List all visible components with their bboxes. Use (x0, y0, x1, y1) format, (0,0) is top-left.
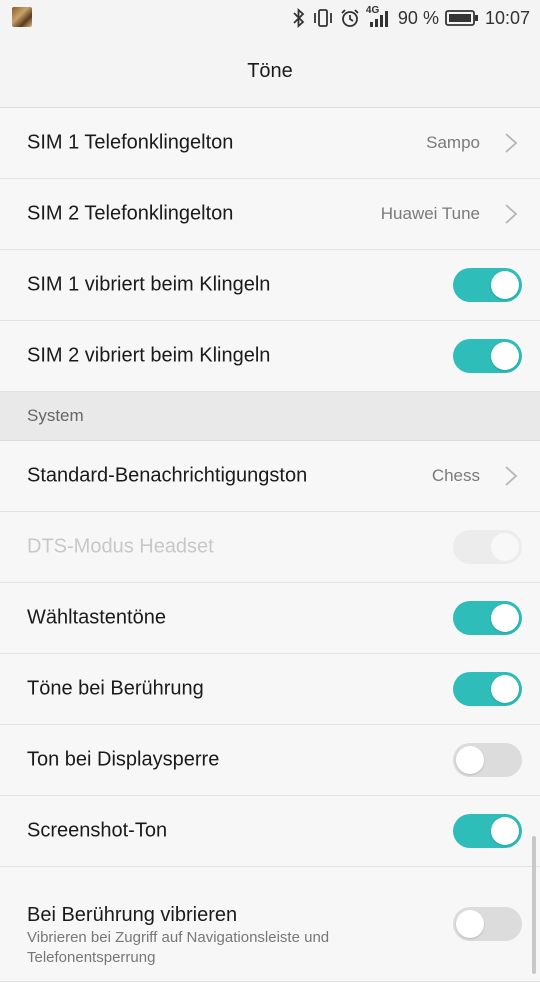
row-label: SIM 2 Telefonklingelton (27, 202, 234, 225)
screen-lock-sound-row: Ton bei Displaysperre (0, 725, 540, 796)
row-label: Töne bei Berührung (27, 677, 204, 700)
row-label: Wähltastentöne (27, 606, 166, 629)
touch-vibrate-toggle[interactable] (453, 907, 522, 941)
chevron-right-icon (505, 133, 518, 153)
status-bar: 4G 90 % 10:07 (0, 0, 540, 36)
chevron-right-icon (505, 466, 518, 486)
sim2-vibrate-toggle[interactable] (453, 339, 522, 373)
row-value: Huawei Tune (380, 204, 480, 223)
row-label: Ton bei Displaysperre (27, 748, 220, 771)
row-sublabel: Vibrieren bei Zugriff auf Navigationslei… (27, 929, 330, 966)
vibrate-icon (312, 8, 334, 28)
sim1-vibrate-row: SIM 1 vibriert beim Klingeln (0, 250, 540, 321)
network-type-label: 4G (365, 5, 380, 16)
row-label: SIM 1 vibriert beim Klingeln (27, 273, 271, 296)
dts-headset-toggle (453, 530, 522, 564)
row-label: DTS-Modus Headset (27, 535, 214, 558)
touch-sounds-toggle[interactable] (453, 672, 522, 706)
toggle-knob (456, 746, 484, 774)
app-notification-icon (12, 7, 32, 27)
signal-icon: 4G (365, 5, 392, 28)
settings-list: SIM 1 Telefonklingelton Sampo SIM 2 Tele… (0, 108, 540, 982)
row-label: Bei Berührung vibrieren (27, 904, 238, 926)
screen-lock-sound-toggle[interactable] (453, 743, 522, 777)
toggle-knob (491, 342, 519, 370)
battery-icon (445, 9, 479, 27)
touch-vibrate-row: Bei Berührung vibrieren Vibrieren bei Zu… (0, 867, 540, 982)
toggle-knob (491, 533, 519, 561)
row-label: Screenshot-Ton (27, 819, 168, 842)
touch-sounds-row: Töne bei Berührung (0, 654, 540, 725)
row-label: SIM 2 vibriert beim Klingeln (27, 344, 271, 367)
dts-headset-row: DTS-Modus Headset (0, 512, 540, 583)
row-label: SIM 1 Telefonklingelton (27, 131, 234, 154)
row-value: Sampo (426, 133, 480, 152)
notification-sound-row[interactable]: Standard-Benachrichtigungston Chess (0, 441, 540, 512)
section-header-system: System (0, 392, 540, 441)
status-icons: 4G 90 % 10:07 (292, 0, 530, 36)
battery-percent: 90 % (397, 7, 439, 28)
sim2-vibrate-row: SIM 2 vibriert beim Klingeln (0, 321, 540, 392)
sim1-vibrate-toggle[interactable] (453, 268, 522, 302)
section-label: System (27, 406, 84, 425)
row-value: Chess (431, 466, 480, 485)
app-bar: Töne (0, 36, 540, 108)
clock: 10:07 (484, 7, 530, 28)
scrollbar[interactable] (532, 836, 536, 974)
alarm-icon (340, 8, 360, 28)
row-label: Standard-Benachrichtigungston (27, 464, 308, 487)
toggle-knob (491, 675, 519, 703)
chevron-right-icon (505, 204, 518, 224)
dialpad-tones-toggle[interactable] (453, 601, 522, 635)
toggle-knob (456, 910, 484, 938)
screenshot-sound-toggle[interactable] (453, 814, 522, 848)
sim1-ringtone-row[interactable]: SIM 1 Telefonklingelton Sampo (0, 108, 540, 179)
dialpad-tones-row: Wähltastentöne (0, 583, 540, 654)
toggle-knob (491, 271, 519, 299)
bluetooth-icon (292, 8, 306, 28)
screenshot-sound-row: Screenshot-Ton (0, 796, 540, 867)
sim2-ringtone-row[interactable]: SIM 2 Telefonklingelton Huawei Tune (0, 179, 540, 250)
page-title: Töne (247, 60, 293, 82)
toggle-knob (491, 817, 519, 845)
toggle-knob (491, 604, 519, 632)
